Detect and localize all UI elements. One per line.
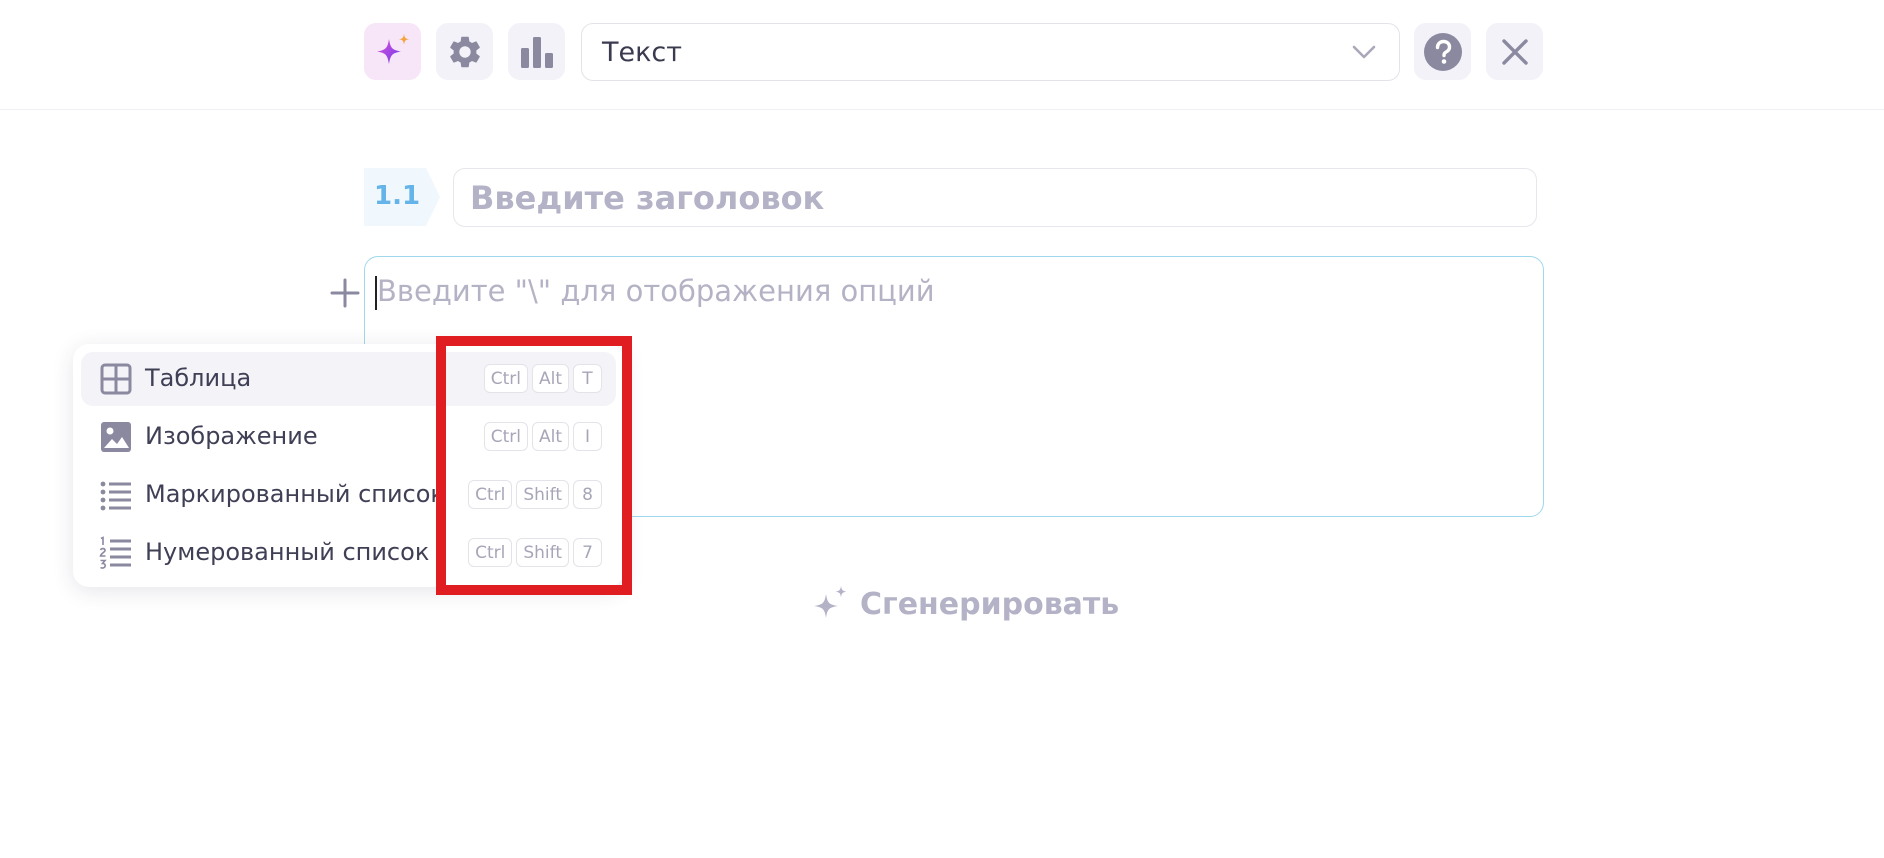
- sparkles-gradient-icon: [376, 33, 409, 64]
- menu-item-bulleted-list[interactable]: Маркированный список Ctrl Shift 8: [81, 468, 616, 522]
- gear-icon: [449, 36, 480, 67]
- shortcut-keys: Ctrl Alt T: [483, 364, 602, 393]
- close-button[interactable]: [1486, 23, 1543, 80]
- shortcut-key: 7: [573, 538, 602, 567]
- shortcut-key: Ctrl: [483, 364, 528, 393]
- settings-button[interactable]: [436, 23, 493, 80]
- shortcut-key: Ctrl: [468, 538, 513, 567]
- shortcut-key: 8: [573, 480, 602, 509]
- shortcut-keys: Ctrl Alt I: [483, 422, 602, 451]
- shortcut-key: Ctrl: [483, 422, 528, 451]
- shortcut-keys: Ctrl Shift 8: [468, 480, 602, 509]
- menu-item-table[interactable]: Таблица Ctrl Alt T: [81, 352, 616, 406]
- plus-icon[interactable]: [330, 278, 360, 308]
- menu-item-numbered-list[interactable]: Нумерованный список Ctrl Shift 7: [81, 526, 616, 580]
- section-title-input[interactable]: Введите заголовок: [453, 168, 1537, 227]
- statistics-button[interactable]: [508, 23, 565, 80]
- section-title-placeholder: Введите заголовок: [470, 178, 825, 217]
- shortcut-key: T: [573, 364, 602, 393]
- shortcut-key: Alt: [531, 422, 569, 451]
- menu-item-label: Изображение: [145, 422, 318, 450]
- image-icon: [101, 422, 131, 452]
- generate-label: Сгенерировать: [860, 586, 1120, 622]
- numbered-list-icon: [99, 536, 131, 569]
- shortcut-key: Shift: [516, 480, 569, 509]
- shortcut-keys: Ctrl Shift 7: [468, 538, 602, 567]
- question-circle-icon: [1423, 32, 1462, 71]
- block-type-select[interactable]: Текст: [581, 23, 1400, 81]
- bar-chart-icon: [520, 36, 553, 68]
- section-number: 1.1: [374, 181, 421, 211]
- table-icon: [100, 363, 132, 395]
- ai-assistant-button[interactable]: [364, 23, 421, 80]
- menu-item-label: Маркированный список: [145, 480, 445, 508]
- menu-item-label: Нумерованный список: [145, 538, 430, 566]
- editor-placeholder: Введите "\" для отображения опций: [377, 274, 935, 308]
- menu-item-label: Таблица: [145, 364, 252, 392]
- menu-item-image[interactable]: Изображение Ctrl Alt I: [81, 410, 616, 464]
- shortcut-key: Ctrl: [468, 480, 513, 509]
- top-toolbar: Текст: [0, 0, 1884, 110]
- shortcut-key: I: [573, 422, 602, 451]
- help-button[interactable]: [1414, 23, 1471, 80]
- shortcut-key: Alt: [531, 364, 569, 393]
- generate-button[interactable]: Сгенерировать: [812, 584, 1119, 624]
- close-icon: [1501, 38, 1528, 65]
- shortcut-key: Shift: [516, 538, 569, 567]
- chevron-down-icon: [1352, 45, 1376, 59]
- bulleted-list-icon: [100, 481, 131, 511]
- sparkles-icon: [814, 586, 847, 618]
- insert-block-menu: Таблица Ctrl Alt T Изображение Ctrl Alt …: [73, 344, 624, 587]
- block-type-value: Текст: [602, 36, 682, 68]
